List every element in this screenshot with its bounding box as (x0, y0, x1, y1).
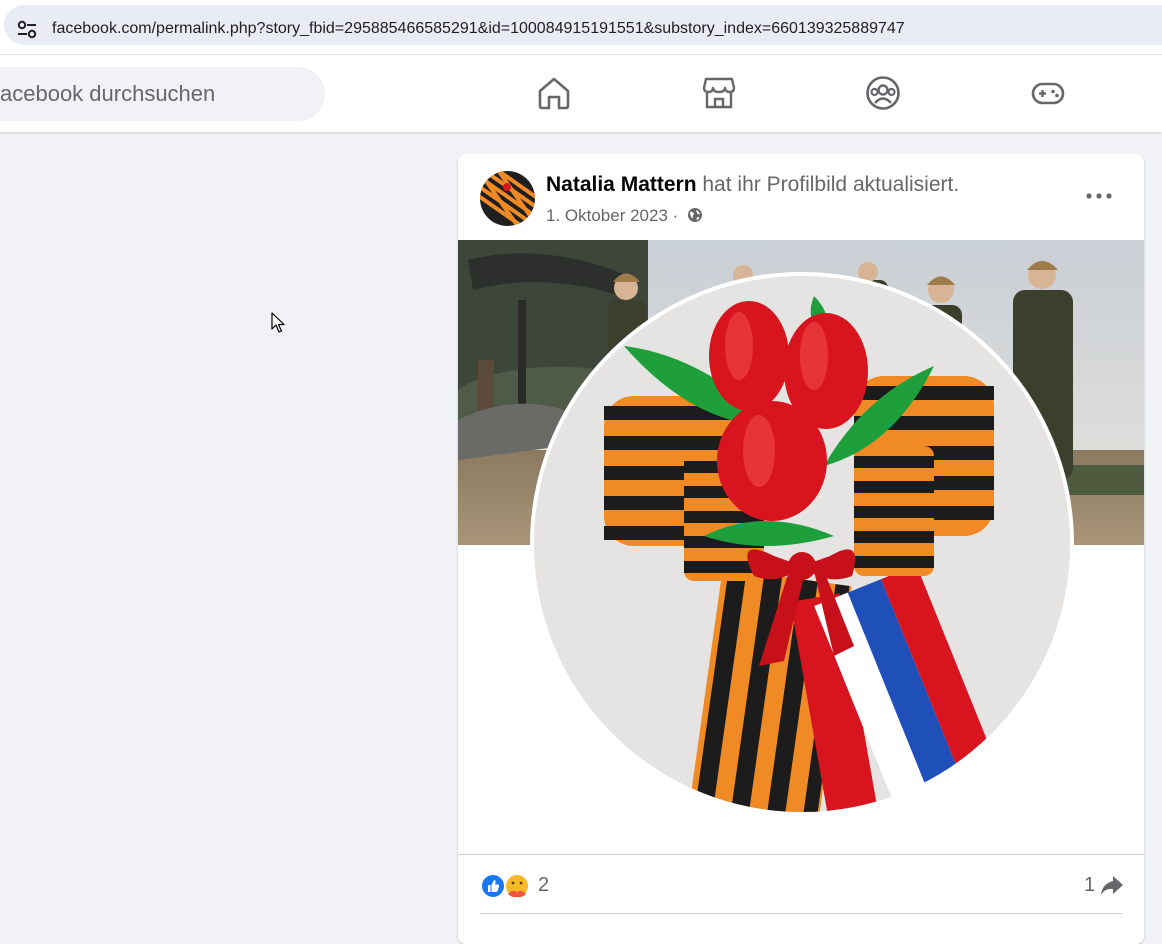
share-count[interactable]: 1 (1084, 874, 1095, 897)
search-input[interactable] (0, 67, 310, 121)
care-icon (504, 873, 530, 899)
reaction-count[interactable]: 2 (538, 874, 549, 897)
author-avatar[interactable] (480, 171, 535, 226)
post-headline: Natalia Mattern hat ihr Profilbild aktua… (546, 173, 959, 197)
share-icon[interactable] (1100, 874, 1124, 896)
post-meta: 1. Oktober 2023 · (546, 206, 703, 226)
post-card: Natalia Mattern hat ihr Profilbild aktua… (458, 154, 1144, 944)
url-field[interactable]: facebook.com/permalink.php?story_fbid=29… (4, 5, 1162, 45)
post-action-text: hat ihr Profilbild aktualisiert. (696, 173, 960, 196)
mouse-cursor-icon (271, 312, 285, 333)
profile-picture[interactable] (530, 272, 1074, 816)
home-icon[interactable] (536, 75, 572, 111)
reactions-summary[interactable] (480, 872, 532, 900)
post-date[interactable]: 1. Oktober 2023 (546, 206, 668, 225)
gaming-icon[interactable] (1030, 75, 1066, 111)
action-divider (480, 913, 1122, 914)
search-box[interactable] (0, 67, 325, 121)
like-icon (480, 873, 506, 899)
globe-icon (688, 208, 703, 222)
marketplace-icon[interactable] (701, 75, 737, 111)
site-settings-icon[interactable] (16, 20, 38, 40)
url-text[interactable]: facebook.com/permalink.php?story_fbid=29… (52, 20, 905, 38)
top-navigation (0, 55, 1162, 132)
meta-separator: · (667, 206, 684, 225)
browser-address-bar: facebook.com/permalink.php?story_fbid=29… (0, 0, 1162, 55)
content-divider (458, 854, 1144, 855)
author-name[interactable]: Natalia Mattern (546, 173, 697, 196)
groups-icon[interactable] (865, 75, 901, 111)
more-options-icon[interactable] (1084, 187, 1114, 205)
